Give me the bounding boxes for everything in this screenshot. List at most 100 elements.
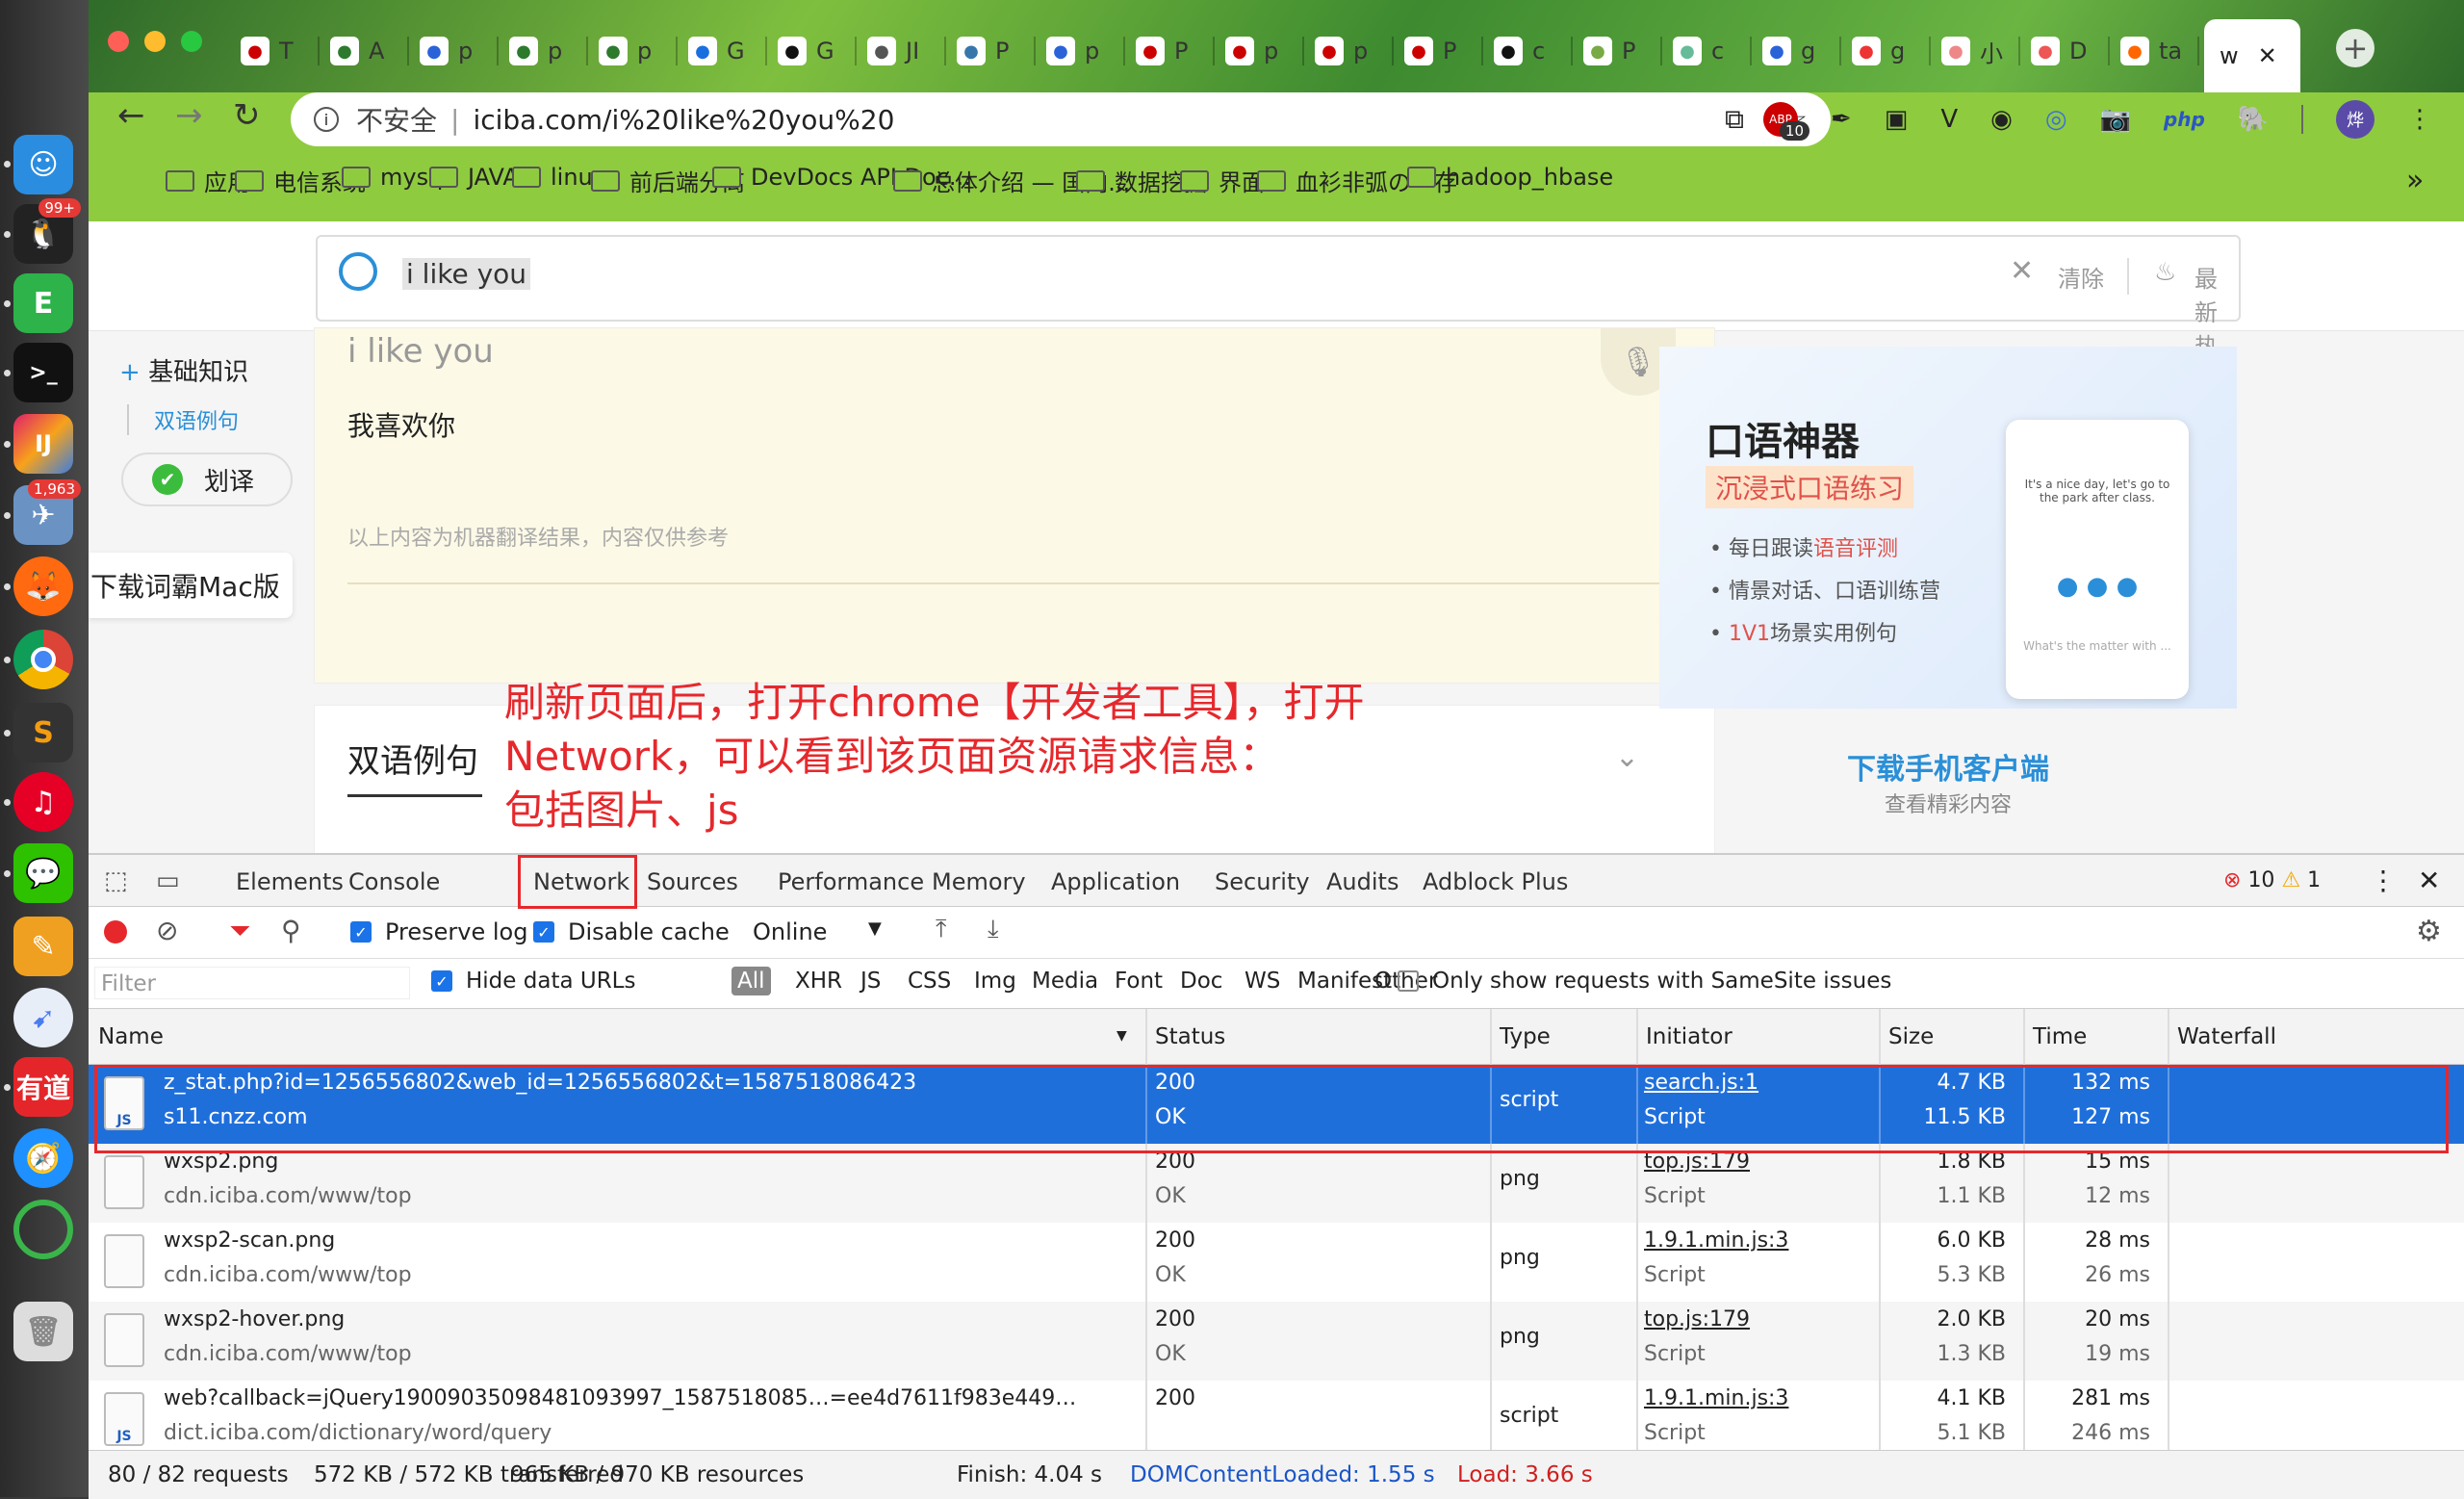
column-header-time[interactable]: Time [2033,1024,2087,1049]
chrome-icon[interactable] [13,630,73,689]
translate-ext-icon[interactable]: ◎ [2045,105,2067,134]
filter-input[interactable]: Filter [94,967,410,999]
browser-tab[interactable]: ● g [1753,23,1841,79]
column-header-waterfall[interactable]: Waterfall [2177,1024,2276,1049]
intellij-icon[interactable]: IJ [13,414,73,474]
browser-tab[interactable]: ● p [1305,23,1394,79]
browser-tab[interactable]: ● A [321,23,409,79]
preserve-log-checkbox[interactable]: ✓ Preserve log [350,918,527,945]
browser-tab[interactable]: ● D [2021,23,2110,79]
browser-tab[interactable]: ● P [1395,23,1483,79]
zoom-window-button[interactable] [181,31,202,52]
trash-icon[interactable]: 🗑 [13,1302,73,1361]
new-tab-button[interactable]: + [2336,29,2374,67]
browser-tab[interactable]: ● G [768,23,857,79]
column-header-type[interactable]: Type [1500,1024,1551,1049]
devtools-tab[interactable]: Sources [647,868,738,895]
circle-ext-icon[interactable]: ◉ [1990,105,2013,134]
info-icon[interactable]: i [314,107,339,132]
sublime-icon[interactable]: S [13,703,73,762]
initiator-link[interactable]: 1.9.1.min.js:3 [1644,1228,1788,1253]
search-box[interactable]: i like you ✕ 清除 ♨ 最新热词 [316,235,2241,394]
browser-tab[interactable]: ● p [410,23,499,79]
column-header-status[interactable]: Status [1155,1024,1225,1049]
nav-basic[interactable]: + 基础知识 [119,352,248,388]
minimize-window-button[interactable] [144,31,166,52]
devtools-tab[interactable]: Security [1215,868,1310,895]
devtools-tab[interactable]: Elements [236,868,344,895]
devtools-tab[interactable]: Performance [778,868,924,895]
clear-button[interactable]: 清除 [2058,260,2104,294]
download-app-link[interactable]: 下载手机客户端 [1659,745,2237,788]
devtools-tab[interactable]: Memory [932,868,1026,895]
firefox-icon[interactable]: 🦊 [13,556,73,616]
eyedropper-icon[interactable]: ✒ [1831,105,1852,134]
search-input[interactable]: i like you [402,258,531,290]
chevron-down-icon[interactable]: ⌄ [1615,740,1639,774]
forward-button[interactable]: → [175,96,203,135]
devtools-tab[interactable]: Console [348,868,440,895]
nav-bilingual[interactable]: 双语例句 [127,404,239,435]
browser-tab[interactable]: ● P [1126,23,1215,79]
column-header-name[interactable]: Name [98,1024,164,1049]
type-filter-all[interactable]: All [732,967,771,995]
browser-tab[interactable]: ● g [1842,23,1931,79]
menu-dots-icon[interactable]: ⋮ [2407,105,2432,134]
request-row[interactable]: wxsp2.png cdn.iciba.com/www/top 200 OK png to… [89,1144,2464,1223]
bookmark-item[interactable]: 界面 [1180,164,1265,197]
clear-log-icon[interactable]: ⊘ [156,915,178,946]
translate-toggle[interactable]: ✔ 划译 [121,452,293,506]
evernote-icon[interactable]: E [13,273,73,333]
finder-icon[interactable]: ☺ [13,135,73,194]
terminal-icon[interactable]: >_ [13,343,73,402]
browser-tab[interactable]: ● p [500,23,588,79]
camera-ext-icon[interactable]: 📷 [2100,105,2131,134]
bookmarks-more-button[interactable]: » [2406,164,2424,197]
devtools-menu-icon[interactable]: ⋮ [2370,865,2397,896]
evernote-ext-icon[interactable]: 🐘 [2238,105,2269,134]
app-ad[interactable]: 口语神器 沉浸式口语练习 • 每日跟读语音评测 • 情景对话、口语训练营 • 1… [1659,347,2237,709]
initiator-link[interactable]: 1.9.1.min.js:3 [1644,1386,1788,1410]
browser-tab[interactable]: ● ta [2111,23,2199,79]
device-toolbar-icon[interactable]: ▭ [156,866,180,895]
netease-music-icon[interactable]: ♫ [13,772,73,832]
bookmark-item[interactable]: hadoop_hbase [1407,164,1613,191]
screenshot-icon[interactable]: ▣ [1885,105,1909,134]
samesite-checkbox[interactable]: Only show requests with SameSite issues [1398,969,1891,994]
qq-icon[interactable]: 🐧 99+ [13,198,81,264]
bookmark-item[interactable]: JAVA [429,164,519,191]
active-tab[interactable]: w ✕ [2204,19,2300,92]
close-tab-icon[interactable]: ✕ [2258,42,2277,69]
safari-icon[interactable]: 🧭 [13,1128,73,1188]
devtools-tab[interactable]: Audits [1326,868,1399,895]
youdao-icon[interactable]: 有道 [13,1057,73,1117]
browser-tab[interactable]: ● c [1484,23,1573,79]
initiator-link[interactable]: top.js:179 [1644,1307,1750,1331]
type-filter-xhr[interactable]: XHR [789,967,848,995]
error-counter[interactable]: ⊗ 10 ⚠ 1 [2223,868,2321,892]
record-button[interactable] [104,920,127,943]
import-har-icon[interactable]: ⤒ [936,915,947,944]
column-header-size[interactable]: Size [1888,1024,1934,1049]
bird-app-icon[interactable]: ➹ [13,988,73,1047]
close-devtools-icon[interactable]: ✕ [2418,865,2440,896]
type-filter-font[interactable]: Font [1109,967,1168,995]
devtools-tab[interactable]: Application [1051,868,1180,895]
browser-tab[interactable]: ● p [589,23,678,79]
browser-tab[interactable]: ● P [947,23,1036,79]
php-ext-icon[interactable]: php [2164,108,2205,131]
column-header-initiator[interactable]: Initiator [1646,1024,1732,1049]
wechat-icon[interactable]: 💬 [13,843,73,903]
type-filter-doc[interactable]: Doc [1174,967,1228,995]
browser-tab[interactable]: ● 小 [1932,23,2020,79]
browser-tab[interactable]: ● p [1216,23,1304,79]
browser-tab[interactable]: ● JI [858,23,946,79]
search-network-icon[interactable]: ⚲ [281,915,301,946]
back-button[interactable]: ← [117,96,145,135]
browser-tab[interactable]: ● T [231,23,320,79]
settings-gear-icon[interactable]: ⚙ [2416,915,2442,948]
disable-cache-checkbox[interactable]: ✓ Disable cache [533,918,730,945]
sync-app-icon[interactable] [13,1200,73,1259]
type-filter-css[interactable]: CSS [902,967,957,995]
type-filter-ws[interactable]: WS [1239,967,1286,995]
